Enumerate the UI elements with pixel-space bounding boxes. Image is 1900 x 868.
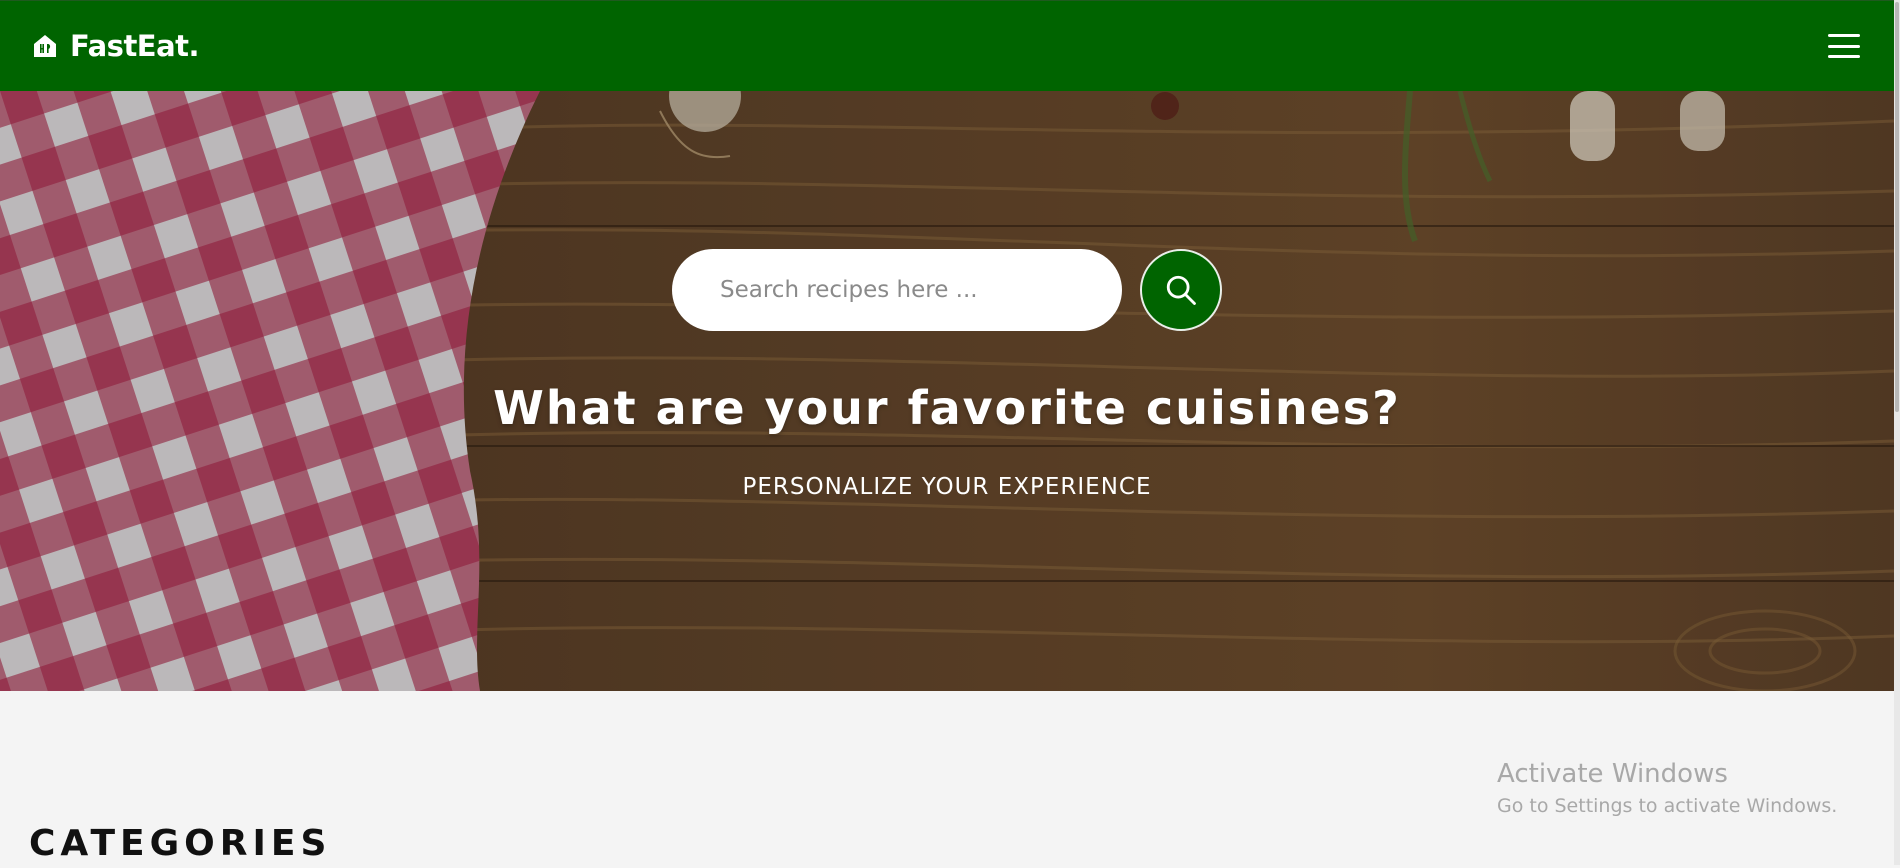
hamburger-menu-button[interactable] xyxy=(1824,31,1864,61)
categories-section-title: CATEGORIES xyxy=(29,823,332,864)
activation-title: Activate Windows xyxy=(1497,759,1728,789)
navbar: FastEat. xyxy=(0,0,1894,91)
hero-title: What are your favorite cuisines? xyxy=(493,381,1401,435)
scrollbar-thumb[interactable] xyxy=(1895,2,1899,412)
activation-message: Go to Settings to activate Windows. xyxy=(1497,795,1838,817)
search-button[interactable] xyxy=(1140,249,1222,331)
hamburger-menu-icon xyxy=(1828,55,1860,58)
hamburger-menu-icon xyxy=(1828,34,1860,37)
search-icon xyxy=(1166,275,1196,305)
search-bar xyxy=(672,249,1222,333)
home-cutlery-icon xyxy=(34,35,56,57)
hero-subtitle: PERSONALIZE YOUR EXPERIENCE xyxy=(742,474,1152,500)
windows-activation-watermark: Activate Windows Go to Settings to activ… xyxy=(1497,756,1837,820)
hamburger-menu-icon xyxy=(1828,44,1860,48)
hero-banner: What are your favorite cuisines? PERSONA… xyxy=(0,91,1894,691)
search-input[interactable] xyxy=(672,249,1122,331)
brand-name: FastEat. xyxy=(70,29,200,63)
brand-logo-link[interactable]: FastEat. xyxy=(32,26,200,66)
